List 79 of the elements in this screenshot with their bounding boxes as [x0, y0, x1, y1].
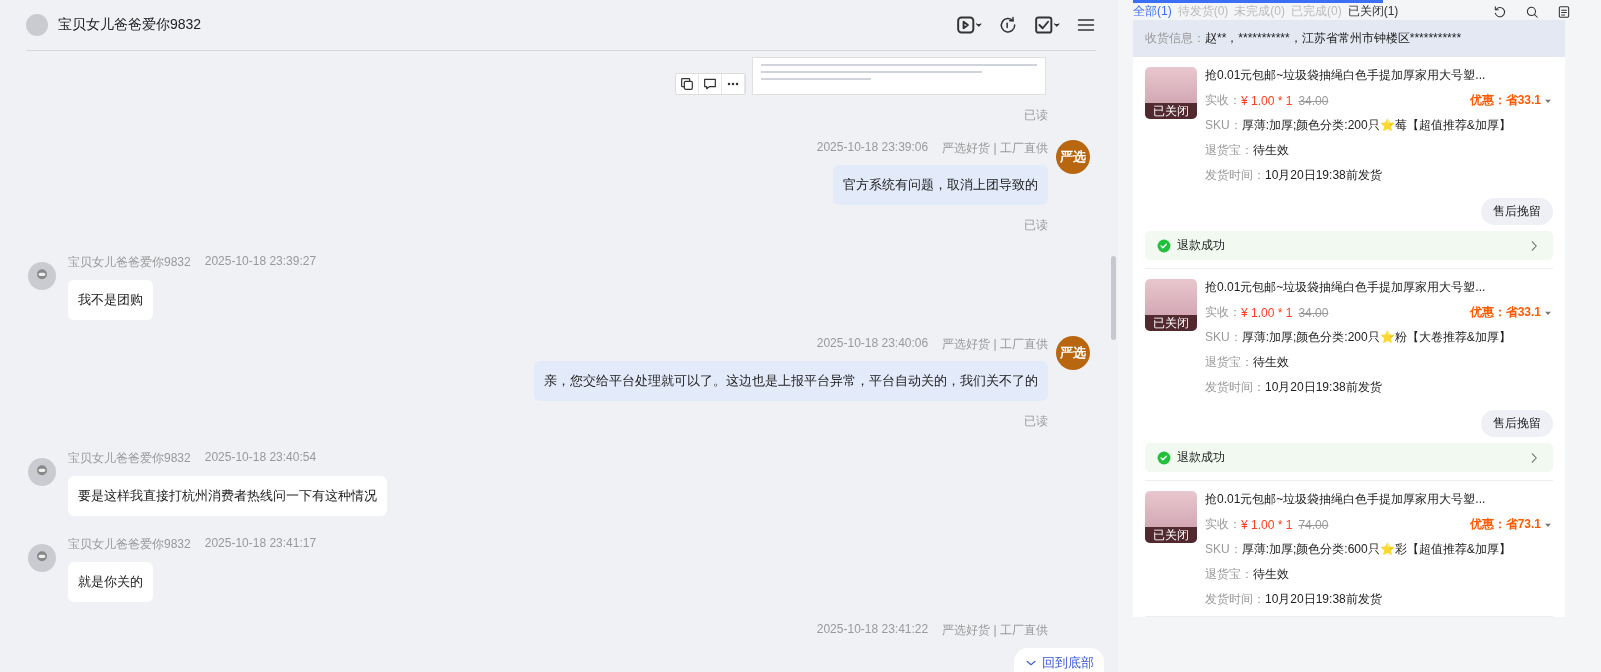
check-circle-icon: [1157, 450, 1171, 465]
ship-time: 10月20日19:38前发货: [1265, 591, 1382, 608]
paid-amount: ¥ 1.00 * 1: [1241, 93, 1293, 108]
chat-title: 宝贝女儿爸爸爱你9832: [58, 16, 203, 34]
refund-text: 退款成功: [1177, 449, 1226, 466]
ship-time: 10月20日19:38前发货: [1265, 379, 1382, 396]
field-label: 实收：: [1205, 92, 1241, 109]
message-time: 2025-10-18 23:41:17: [204, 536, 317, 552]
user-avatar: [26, 14, 48, 36]
sender-name: 宝贝女儿爸爸爱你9832: [68, 536, 191, 553]
field-label: 实收：: [1205, 516, 1241, 533]
search-icon[interactable]: [1525, 4, 1539, 19]
shop-tag: 严选好货 | 工厂直供: [942, 140, 1048, 157]
undo-icon[interactable]: [1493, 4, 1507, 19]
order-tab[interactable]: 全部(1): [1133, 3, 1178, 20]
scrollbar-thumb[interactable]: [1111, 256, 1116, 340]
field-label: 退货宝：: [1205, 354, 1253, 371]
closed-label: 已关闭: [1145, 103, 1197, 119]
message-bubble: 亲，您交给平台处理就可以了。这边也是上报平台异常，平台自动关的，我们关不了的: [534, 361, 1048, 401]
message-bubble: 官方系统有问题，取消上团导致的: [833, 165, 1048, 205]
read-status: 已读: [1024, 107, 1048, 124]
field-label: 收货信息：: [1145, 30, 1205, 47]
message-bubble: 要是这样我直接打杭州消费者热线问一下有这种情况: [68, 476, 387, 516]
product-title[interactable]: 抢0.01元包邮~垃圾袋抽绳白色手提加厚家用大号塑...: [1205, 491, 1553, 508]
sender-name: 宝贝女儿爸爸爱你9832: [68, 254, 191, 271]
field-label: SKU：: [1205, 117, 1242, 134]
product-title[interactable]: 抢0.01元包邮~垃圾袋抽绳白色手提加厚家用大号塑...: [1205, 279, 1553, 296]
message-time: 2025-10-18 23:39:27: [204, 254, 317, 270]
original-price: 74.00: [1298, 517, 1329, 532]
document-icon[interactable]: [1557, 4, 1571, 19]
return-status: 待生效: [1253, 566, 1289, 583]
message-time: 2025-10-18 23:39:06: [816, 140, 929, 156]
discount-text: 优惠：省33.1: [1469, 304, 1541, 321]
after-sales-button[interactable]: 售后挽留: [1481, 198, 1553, 225]
original-price: 34.00: [1298, 305, 1329, 320]
after-sales-button[interactable]: 售后挽留: [1481, 410, 1553, 437]
shop-tag: 严选好货 | 工厂直供: [942, 622, 1048, 639]
shop-avatar: 严选: [1056, 140, 1090, 174]
order-tab[interactable]: 已关闭(1): [1347, 3, 1405, 20]
screenshot-thumbnail[interactable]: [752, 57, 1046, 95]
field-label: SKU：: [1205, 329, 1242, 346]
sender-name: 宝贝女儿爸爸爱你9832: [68, 450, 191, 467]
product-title[interactable]: 抢0.01元包邮~垃圾袋抽绳白色手提加厚家用大号塑...: [1205, 67, 1553, 84]
field-label: SKU：: [1205, 541, 1242, 558]
message-bubble: 我不是团购: [68, 280, 153, 320]
refresh-icon[interactable]: [998, 15, 1018, 35]
read-status: 已读: [1024, 217, 1048, 234]
message-time: 2025-10-18 23:40:06: [816, 336, 929, 352]
return-status: 待生效: [1253, 354, 1289, 371]
shop-avatar: 严选: [1056, 336, 1090, 370]
field-label: 实收：: [1205, 304, 1241, 321]
closed-label: 已关闭: [1145, 315, 1197, 331]
return-status: 待生效: [1253, 142, 1289, 159]
message-time: 2025-10-18 23:41:22: [816, 622, 929, 638]
ship-time: 10月20日19:38前发货: [1265, 167, 1382, 184]
sku-text: 厚薄:加厚;颜色分类:600只⭐彩【超值推荐&加厚】: [1241, 541, 1511, 558]
refund-text: 退款成功: [1177, 237, 1226, 254]
field-label: 退货宝：: [1205, 566, 1253, 583]
refund-status-bar[interactable]: 退款成功: [1145, 231, 1553, 260]
discount-text: 优惠：省73.1: [1469, 516, 1541, 533]
paid-amount: ¥ 1.00 * 1: [1241, 517, 1293, 532]
closed-label: 已关闭: [1145, 527, 1197, 543]
message-bubble: 就是你关的: [68, 562, 153, 602]
sku-text: 厚薄:加厚;颜色分类:200只⭐粉【大卷推荐&加厚】: [1241, 329, 1511, 346]
field-label: 退货宝：: [1205, 142, 1253, 159]
message-time: 2025-10-18 23:40:54: [204, 450, 317, 466]
shop-tag: 严选好货 | 工厂直供: [942, 336, 1048, 353]
field-label: 发货时间：: [1205, 591, 1265, 608]
jump-to-bottom-button[interactable]: 回到底部: [1014, 648, 1104, 672]
field-label: 发货时间：: [1205, 167, 1265, 184]
address-text: 赵**，***********，江苏省常州市钟楼区***********: [1205, 30, 1462, 47]
read-status: 已读: [1024, 413, 1048, 430]
refund-status-bar[interactable]: 退款成功: [1145, 443, 1553, 472]
field-label: 发货时间：: [1205, 379, 1265, 396]
paid-amount: ¥ 1.00 * 1: [1241, 305, 1293, 320]
original-price: 34.00: [1298, 93, 1329, 108]
discount-text: 优惠：省33.1: [1469, 92, 1541, 109]
check-circle-icon: [1157, 238, 1171, 253]
sku-text: 厚薄:加厚;颜色分类:200只⭐莓【超值推荐&加厚】: [1241, 117, 1511, 134]
